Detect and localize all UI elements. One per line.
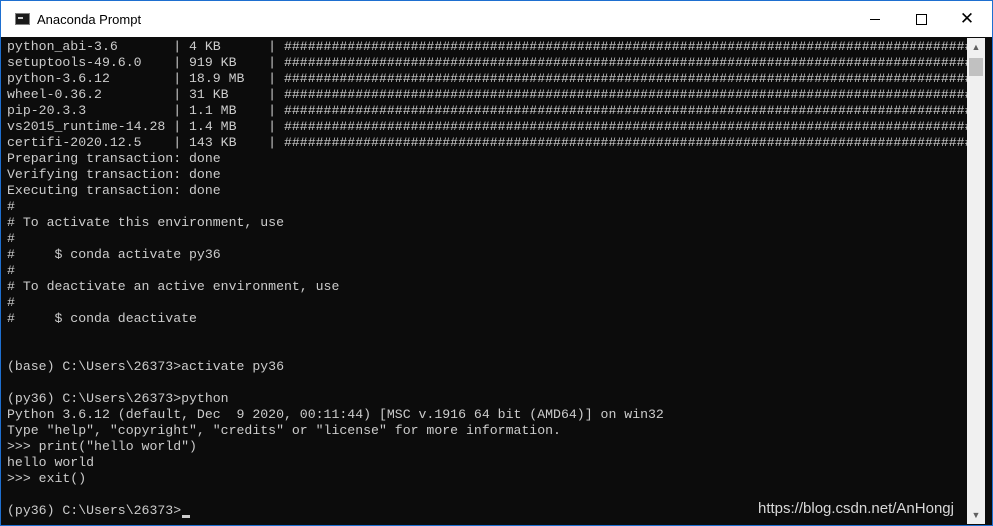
console-line: # xyxy=(7,199,15,214)
console-line: Executing transaction: done xyxy=(7,183,221,198)
console-line: >>> print("hello world") xyxy=(7,439,197,454)
minimize-icon xyxy=(870,18,880,20)
watermark-text: https://blog.csdn.net/AnHongj xyxy=(758,500,954,517)
console-line: (base) C:\Users\26373>activate py36 xyxy=(7,359,284,374)
console-line: certifi-2020.12.5 | 143 KB | ###########… xyxy=(7,135,967,150)
text-cursor xyxy=(182,515,191,518)
console-line: Python 3.6.12 (default, Dec 9 2020, 00:1… xyxy=(7,407,664,422)
console-line: python-3.6.12 | 18.9 MB | ##############… xyxy=(7,71,967,86)
console-line: vs2015_runtime-14.28 | 1.4 MB | ########… xyxy=(7,119,967,134)
arrow-down-icon[interactable]: ▼ xyxy=(967,506,985,524)
window-title: Anaconda Prompt xyxy=(37,12,142,27)
console-line: setuptools-49.6.0 | 919 KB | ###########… xyxy=(7,55,967,70)
vertical-scrollbar[interactable]: ▲ ▼ xyxy=(967,38,985,524)
console-output[interactable]: python_abi-3.6 | 4 KB | ################… xyxy=(2,38,967,524)
console-line: python_abi-3.6 | 4 KB | ################… xyxy=(7,39,967,54)
console-line: # xyxy=(7,263,15,278)
console-line: # xyxy=(7,231,15,246)
title-bar[interactable]: Anaconda Prompt ✕ xyxy=(1,1,992,37)
console-line: # To deactivate an active environment, u… xyxy=(7,279,340,294)
console-line: Type "help", "copyright", "credits" or "… xyxy=(7,423,561,438)
scrollbar-thumb[interactable] xyxy=(969,58,983,76)
close-icon: ✕ xyxy=(959,9,975,28)
anaconda-prompt-window: Anaconda Prompt ✕ python_abi-3.6 | 4 KB … xyxy=(0,0,993,526)
console-line: Verifying transaction: done xyxy=(7,167,221,182)
console-app-icon xyxy=(15,13,30,25)
console-line: >>> exit() xyxy=(7,471,87,486)
console-line: Preparing transaction: done xyxy=(7,151,221,166)
console-line: hello world xyxy=(7,455,95,470)
console-line: # xyxy=(7,295,15,310)
console-line: (py36) C:\Users\26373>python xyxy=(7,391,229,406)
close-button[interactable]: ✕ xyxy=(944,1,990,37)
console-line: (py36) C:\Users\26373> xyxy=(7,503,182,518)
console-line: # $ conda deactivate xyxy=(7,311,197,326)
console-line: wheel-0.36.2 | 31 KB | #################… xyxy=(7,87,967,102)
console-line: # To activate this environment, use xyxy=(7,215,284,230)
console-line: # $ conda activate py36 xyxy=(7,247,221,262)
arrow-up-icon[interactable]: ▲ xyxy=(967,38,985,56)
console-line: pip-20.3.3 | 1.1 MB | ##################… xyxy=(7,103,967,118)
minimize-button[interactable] xyxy=(852,1,898,37)
maximize-icon xyxy=(915,13,927,25)
maximize-button[interactable] xyxy=(898,1,944,37)
